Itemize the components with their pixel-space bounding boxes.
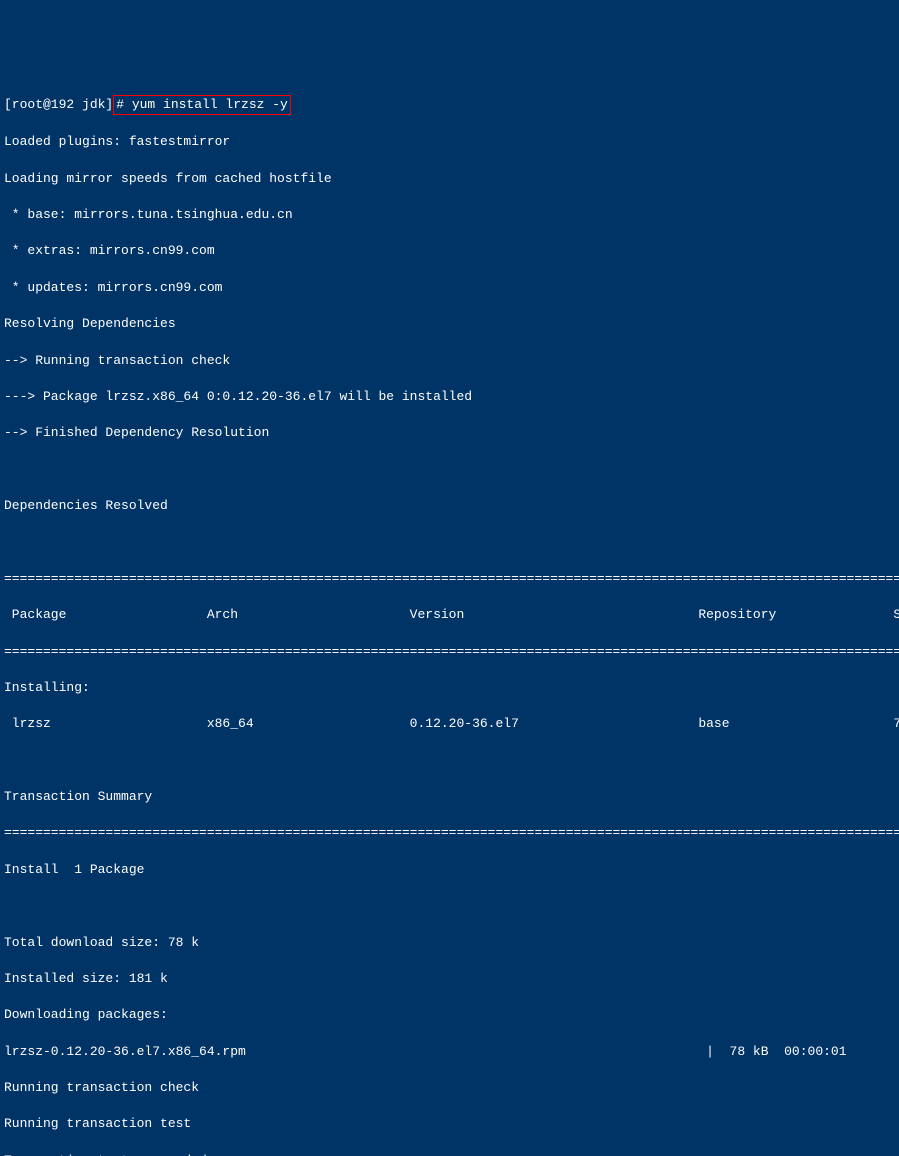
output-line: lrzsz-0.12.20-36.el7.x86_64.rpm | 78 kB … <box>4 1043 899 1061</box>
output-line: Downloading packages: <box>4 1006 899 1024</box>
output-line: Dependencies Resolved <box>4 497 899 515</box>
output-line: --> Running transaction check <box>4 352 899 370</box>
divider-line: ========================================… <box>4 643 899 661</box>
shell-prompt: [root@192 jdk] <box>4 97 113 112</box>
blank-line <box>4 897 899 915</box>
terminal-output: [root@192 jdk]# yum install lrzsz -y Loa… <box>4 77 899 1156</box>
output-line: Installed size: 181 k <box>4 970 899 988</box>
output-line: Resolving Dependencies <box>4 315 899 333</box>
output-line: Loaded plugins: fastestmirror <box>4 133 899 151</box>
output-line: * extras: mirrors.cn99.com <box>4 242 899 260</box>
output-line: Transaction Summary <box>4 788 899 806</box>
section-header: Installing: <box>4 679 899 697</box>
output-line: Transaction test succeeded <box>4 1152 899 1156</box>
output-line: Loading mirror speeds from cached hostfi… <box>4 170 899 188</box>
output-line: ---> Package lrzsz.x86_64 0:0.12.20-36.e… <box>4 388 899 406</box>
divider-line: ========================================… <box>4 824 899 842</box>
divider-line: ========================================… <box>4 570 899 588</box>
output-line: * updates: mirrors.cn99.com <box>4 279 899 297</box>
blank-line <box>4 461 899 479</box>
package-row: lrzsz x86_64 0.12.20-36.el7 base 78 k <box>4 715 899 733</box>
output-line: * base: mirrors.tuna.tsinghua.edu.cn <box>4 206 899 224</box>
table-header: Package Arch Version Repository Size <box>4 606 899 624</box>
output-line: Running transaction check <box>4 1079 899 1097</box>
blank-line <box>4 533 899 551</box>
command-highlight: # yum install lrzsz -y <box>113 95 291 115</box>
output-line: --> Finished Dependency Resolution <box>4 424 899 442</box>
prompt-line: [root@192 jdk]# yum install lrzsz -y <box>4 95 899 115</box>
output-line: Running transaction test <box>4 1115 899 1133</box>
blank-line <box>4 752 899 770</box>
output-line: Total download size: 78 k <box>4 934 899 952</box>
output-line: Install 1 Package <box>4 861 899 879</box>
